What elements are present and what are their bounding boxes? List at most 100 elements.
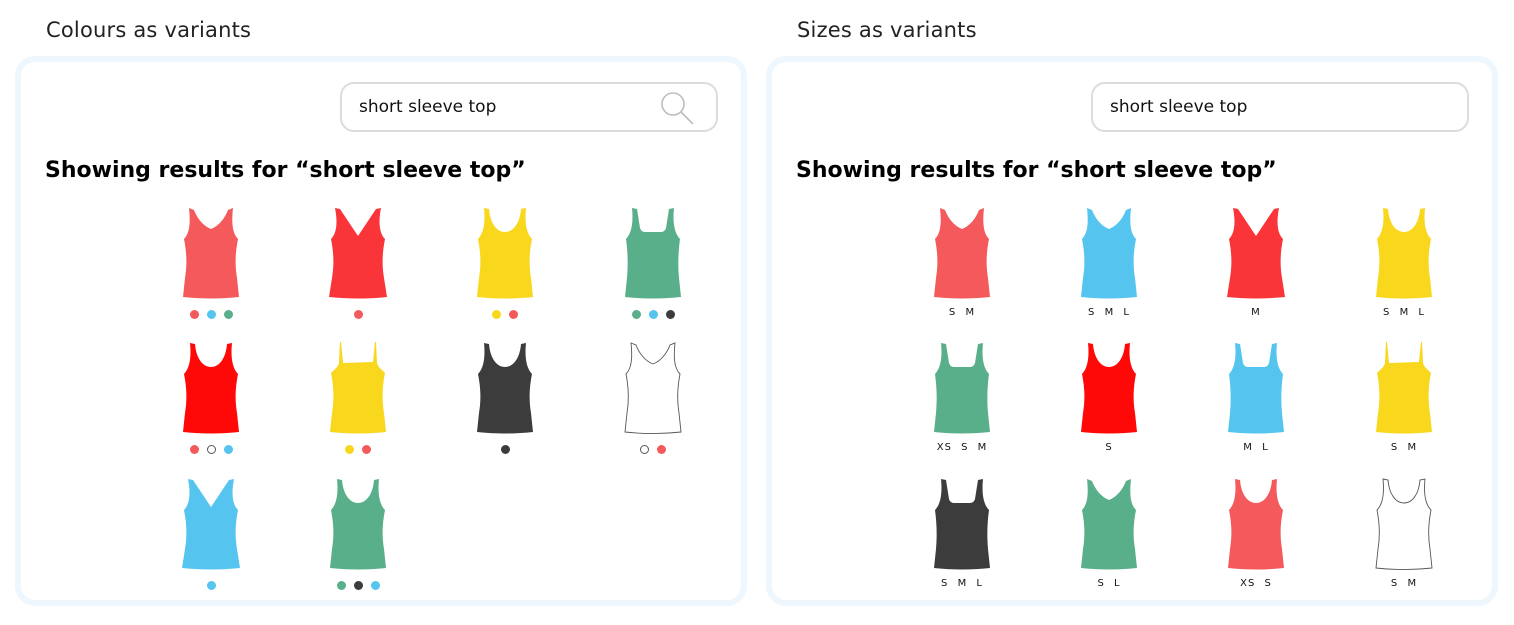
search-input[interactable]: short sleeve top — [1110, 97, 1247, 117]
product-card[interactable]: S M L — [922, 477, 1002, 602]
colour-swatch-blue[interactable] — [370, 581, 380, 590]
right-panel-title: Sizes as variants — [797, 18, 977, 42]
tank-top-shape — [1081, 208, 1137, 299]
product-card[interactable]: M L — [1216, 341, 1296, 466]
colour-swatches — [613, 445, 693, 454]
colour-swatch-coral[interactable] — [509, 310, 518, 319]
vneck-tank-top-image[interactable] — [181, 206, 241, 301]
search-icon[interactable] — [658, 90, 698, 126]
product-card[interactable] — [318, 206, 398, 331]
scoop-tank-top-image[interactable] — [1226, 477, 1286, 572]
tank-top-shape — [477, 343, 533, 434]
colour-swatch-blue[interactable] — [206, 310, 216, 319]
deepv-tank-top-image[interactable] — [1226, 206, 1286, 301]
colour-swatch-charcoal[interactable] — [500, 445, 510, 454]
colour-swatch-coral[interactable] — [353, 310, 363, 319]
product-card[interactable] — [318, 341, 398, 466]
colour-swatches — [465, 445, 545, 454]
tank-top-shape — [625, 208, 681, 299]
tank-top-shape — [1227, 208, 1285, 299]
search-box[interactable]: short sleeve top — [340, 82, 718, 132]
cami-tank-top-image[interactable] — [328, 341, 388, 436]
search-box[interactable]: short sleeve top — [1091, 82, 1469, 132]
size-options: XS S — [1240, 578, 1272, 589]
tank-top-shape — [934, 343, 990, 434]
colour-swatch-white[interactable] — [206, 445, 216, 454]
product-card[interactable] — [171, 206, 251, 331]
tank-top-shape — [1228, 479, 1284, 570]
vneck-tank-top-image[interactable] — [1079, 206, 1139, 301]
product-card[interactable] — [613, 341, 693, 466]
tank-top-shape — [624, 342, 682, 434]
tank-top-shape — [1376, 208, 1432, 299]
square-tank-top-image[interactable] — [1226, 341, 1286, 436]
colour-swatch-yellow[interactable] — [345, 445, 354, 454]
tank-top-shape — [1081, 479, 1137, 570]
product-card[interactable] — [318, 477, 398, 602]
square-tank-top-image[interactable] — [932, 341, 992, 436]
product-card[interactable]: S M L — [1364, 206, 1444, 331]
tank-top-shape — [329, 208, 387, 299]
colour-swatch-coral[interactable] — [189, 310, 199, 319]
colour-swatch-green[interactable] — [631, 310, 641, 319]
sizes-variants-panel: short sleeve top Showing results for “sh… — [766, 56, 1498, 606]
results-heading: Showing results for “short sleeve top” — [45, 158, 526, 183]
colour-swatch-coral[interactable] — [189, 445, 199, 454]
scoop-tank-top-image[interactable] — [475, 206, 535, 301]
product-card[interactable]: XS S M — [922, 341, 1002, 466]
size-options: S M L — [941, 578, 983, 589]
tank-top-shape — [1081, 343, 1137, 434]
left-panel-title: Colours as variants — [46, 18, 252, 42]
colour-swatches — [613, 310, 693, 319]
product-card[interactable] — [465, 206, 545, 331]
deepv-tank-top-image[interactable] — [181, 477, 241, 572]
colour-swatch-yellow[interactable] — [492, 310, 501, 319]
size-options: S M — [1390, 442, 1418, 453]
colour-swatch-green[interactable] — [336, 581, 346, 590]
tank-top-shape — [934, 479, 990, 570]
colour-swatch-charcoal[interactable] — [665, 310, 675, 319]
cami-tank-top-image[interactable] — [1374, 341, 1434, 436]
tank-top-shape — [477, 208, 533, 299]
colour-swatch-blue[interactable] — [648, 310, 658, 319]
deepv-tank-top-image[interactable] — [328, 206, 388, 301]
tank-top-shape — [183, 208, 239, 299]
scoop-tank-top-image[interactable] — [328, 477, 388, 572]
scoop-tank-top-image[interactable] — [1079, 341, 1139, 436]
product-card[interactable]: S M — [1364, 477, 1444, 602]
product-card[interactable] — [465, 341, 545, 466]
vneck-tank-top-image[interactable] — [623, 341, 683, 436]
vneck-tank-top-image[interactable] — [932, 206, 992, 301]
colour-swatch-white[interactable] — [640, 445, 649, 454]
product-card[interactable] — [613, 206, 693, 331]
colour-swatch-green[interactable] — [223, 310, 233, 319]
product-card[interactable]: S — [1069, 341, 1149, 466]
colour-swatch-coral[interactable] — [362, 445, 371, 454]
scoop-tank-top-image[interactable] — [475, 341, 535, 436]
colour-swatch-blue[interactable] — [223, 445, 233, 454]
colour-swatch-coral[interactable] — [657, 445, 666, 454]
scoop-tank-top-image[interactable] — [1374, 206, 1434, 301]
product-card[interactable] — [171, 341, 251, 466]
search-input[interactable]: short sleeve top — [359, 97, 496, 117]
size-options: XS S M — [936, 442, 988, 453]
colour-swatches — [171, 310, 251, 319]
vneck-tank-top-image[interactable] — [1079, 477, 1139, 572]
product-card[interactable]: S M — [1364, 341, 1444, 466]
colour-swatch-blue[interactable] — [206, 581, 216, 590]
product-card[interactable]: XS S — [1216, 477, 1296, 602]
size-options: S M — [948, 307, 976, 318]
product-card[interactable]: S M — [922, 206, 1002, 331]
product-card[interactable]: M — [1216, 206, 1296, 331]
colours-variants-panel: short sleeve top Showing results for “sh… — [15, 56, 747, 606]
colour-swatch-charcoal[interactable] — [353, 581, 363, 590]
square-tank-top-image[interactable] — [623, 206, 683, 301]
scoop-tank-top-image[interactable] — [181, 341, 241, 436]
product-card[interactable]: S L — [1069, 477, 1149, 602]
square-tank-top-image[interactable] — [932, 477, 992, 572]
tank-top-shape — [1228, 343, 1284, 434]
product-card[interactable]: S M L — [1069, 206, 1149, 331]
scoop-tank-top-image[interactable] — [1374, 477, 1434, 572]
product-card[interactable] — [171, 477, 251, 602]
tank-top-shape — [330, 479, 386, 570]
